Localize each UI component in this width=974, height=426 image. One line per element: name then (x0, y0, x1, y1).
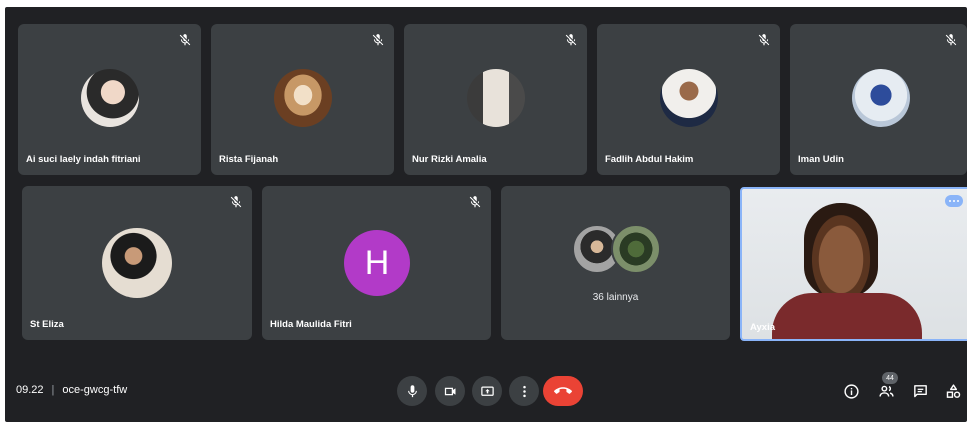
hangup-icon (554, 387, 572, 394)
meeting-time: 09.22 (16, 384, 44, 396)
leave-call-button[interactable] (543, 376, 583, 406)
participant-name: Iman Udin (798, 154, 844, 165)
more-options-button[interactable] (509, 376, 539, 406)
participant-tile[interactable]: St Eliza (22, 186, 252, 340)
activities-icon (946, 383, 960, 398)
activities-button[interactable] (943, 381, 963, 401)
mic-off-icon (757, 33, 771, 47)
mic-off-icon (229, 195, 243, 209)
avatar (660, 69, 718, 127)
meeting-details-button[interactable] (841, 381, 861, 401)
avatar (274, 69, 332, 127)
info-icon (843, 383, 859, 399)
mic-button[interactable] (397, 376, 427, 406)
camera-icon (444, 387, 455, 395)
participant-tile[interactable]: H Hilda Maulida Fitri (262, 186, 491, 340)
others-count-label: 36 lainnya (592, 292, 639, 303)
self-video-tile[interactable]: Ayxia (740, 187, 967, 341)
participant-tile[interactable]: Rista Fijanah (211, 24, 394, 175)
mic-off-icon (371, 33, 385, 47)
mic-off-icon (564, 33, 578, 47)
avatar: H (344, 230, 410, 296)
participant-tile[interactable]: Iman Udin (790, 24, 967, 175)
camera-button[interactable] (435, 376, 465, 406)
people-icon (878, 385, 894, 397)
meeting-info: 09.22 | oce-gwcg-tfw (16, 384, 127, 396)
participant-tile[interactable]: Fadlih Abdul Hakim (597, 24, 780, 175)
participant-name: Fadlih Abdul Hakim (605, 154, 694, 165)
others-tile[interactable]: 36 lainnya (501, 186, 730, 340)
participant-name: St Eliza (30, 319, 64, 330)
avatar (611, 224, 661, 274)
people-button[interactable] (876, 381, 896, 401)
mic-off-icon (468, 195, 482, 209)
participant-name: Ayxia (750, 322, 775, 333)
avatar-initial: H (364, 243, 390, 282)
meeting-stage: Ai suci laely indah fitriani Rista Fijan… (5, 7, 967, 422)
self-video-person (804, 203, 878, 297)
mic-icon (407, 384, 417, 397)
participant-name: Hilda Maulida Fitri (270, 319, 352, 330)
chat-button[interactable] (910, 381, 930, 401)
participant-name: Ai suci laely indah fitriani (26, 154, 141, 165)
participant-tile[interactable]: Ai suci laely indah fitriani (18, 24, 201, 175)
avatar (102, 228, 172, 298)
avatar (852, 69, 910, 127)
participant-name: Rista Fijanah (219, 154, 279, 165)
participant-tile[interactable]: Nur Rizki Amalia (404, 24, 587, 175)
avatar (81, 69, 139, 127)
present-screen-icon (480, 386, 494, 396)
more-options-icon[interactable] (945, 195, 963, 207)
meeting-code[interactable]: oce-gwcg-tfw (62, 384, 127, 396)
avatar (467, 69, 525, 127)
more-vert-icon (522, 385, 526, 397)
mic-off-icon (944, 33, 958, 47)
mic-off-icon (178, 33, 192, 47)
people-count-badge: 44 (882, 372, 898, 384)
self-video-shoulders (772, 293, 922, 339)
present-button[interactable] (472, 376, 502, 406)
chat-icon (913, 384, 927, 397)
separator: | (51, 384, 55, 396)
participant-name: Nur Rizki Amalia (412, 154, 487, 165)
